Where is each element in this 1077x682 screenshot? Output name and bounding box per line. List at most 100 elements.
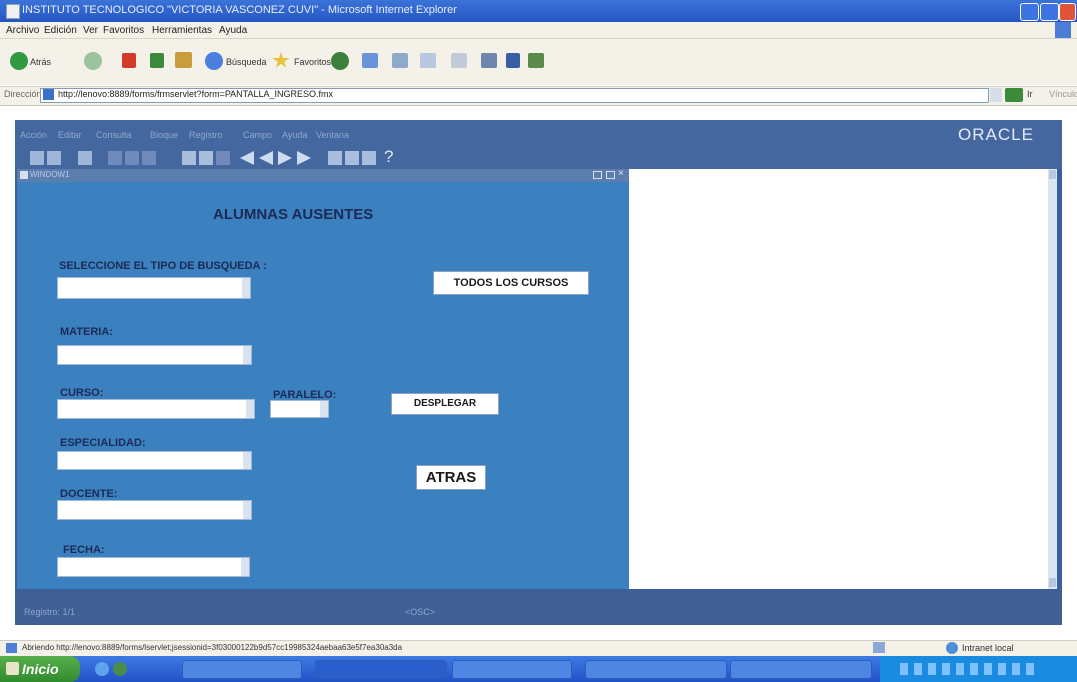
research-icon[interactable]: [481, 53, 497, 68]
forms-menu-editar[interactable]: Editar: [58, 130, 82, 140]
home-icon[interactable]: [175, 52, 192, 68]
menu-favoritos[interactable]: Favoritos: [103, 25, 144, 36]
back-arrow-icon[interactable]: [10, 52, 28, 70]
print-icon[interactable]: [392, 53, 408, 68]
window-minimize-icon[interactable]: [593, 171, 602, 179]
screen-heading: ALUMNAS AUSENTES: [213, 206, 374, 223]
forward-arrow-icon[interactable]: [84, 52, 102, 70]
intranet-globe-icon: [946, 642, 958, 654]
back-label[interactable]: Atrás: [30, 57, 51, 67]
scroll-down-icon[interactable]: [1049, 578, 1056, 587]
curso-label: CURSO:: [60, 387, 104, 399]
osc-indicator: <OSC>: [405, 607, 436, 617]
atras-button[interactable]: ATRAS: [416, 465, 486, 490]
mail-icon[interactable]: [362, 53, 378, 68]
forms-menu-ayuda[interactable]: Ayuda: [282, 130, 307, 140]
docente-field[interactable]: [57, 500, 252, 520]
menu-edicion[interactable]: Edición: [44, 25, 77, 36]
record-indicator: Registro: 1/1: [24, 607, 76, 617]
forms-status-bar: [15, 591, 1062, 625]
exit-icon[interactable]: [78, 151, 92, 165]
history-icon[interactable]: [331, 52, 349, 70]
forms-window-titlebar: [17, 169, 629, 182]
menu-archivo[interactable]: Archivo: [6, 25, 39, 36]
maximize-button[interactable]: [1040, 3, 1059, 21]
docente-label: DOCENTE:: [60, 488, 118, 500]
address-label: Dirección: [4, 89, 42, 99]
forms-menu-accion[interactable]: Acción: [20, 130, 47, 140]
forms-menu-registro[interactable]: Registro: [189, 130, 223, 140]
minimize-button[interactable]: [1020, 3, 1039, 21]
delete-record-icon[interactable]: [345, 151, 359, 165]
progress-icon: [873, 642, 885, 653]
toolbar-extra-icon[interactable]: [528, 53, 544, 68]
taskbar-item[interactable]: [452, 660, 572, 679]
copy-icon[interactable]: [125, 151, 139, 165]
address-dropdown-icon[interactable]: [990, 88, 1002, 102]
forms-window-title: WINDOW1: [30, 170, 70, 179]
todos-los-cursos-button[interactable]: TODOS LOS CURSOS: [433, 271, 589, 295]
quicklaunch-ie-icon[interactable]: [95, 662, 109, 676]
discuss-icon[interactable]: [451, 53, 467, 68]
window-close-icon[interactable]: ×: [618, 168, 624, 179]
lock-record-icon[interactable]: [362, 151, 376, 165]
start-label[interactable]: Inicio: [22, 661, 59, 677]
taskbar-item[interactable]: [730, 660, 872, 679]
page-icon: [43, 89, 54, 100]
save-icon[interactable]: [30, 151, 44, 165]
window-title: INSTITUTO TECNOLOGICO "VICTORIA VASCONEZ…: [22, 4, 457, 16]
execute-query-icon[interactable]: [199, 151, 213, 165]
fecha-field[interactable]: [57, 557, 250, 577]
taskbar-item[interactable]: [585, 660, 727, 679]
taskbar-item[interactable]: [182, 660, 302, 679]
close-button[interactable]: [1059, 3, 1076, 21]
loading-page-icon: [6, 643, 17, 653]
materia-field[interactable]: [57, 345, 252, 365]
address-url[interactable]: http://lenovo:8889/forms/frmservlet?form…: [58, 89, 333, 99]
quicklaunch-media-icon[interactable]: [113, 662, 127, 676]
menu-ayuda[interactable]: Ayuda: [219, 25, 247, 36]
menu-ver[interactable]: Ver: [83, 25, 98, 36]
cancel-query-icon[interactable]: [216, 151, 230, 165]
ie-app-icon: [6, 4, 20, 19]
status-text: Abriendo http://lenovo:8889/forms/lservl…: [22, 643, 403, 652]
scroll-up-icon[interactable]: [1049, 170, 1056, 179]
help-icon[interactable]: ?: [384, 147, 393, 167]
refresh-icon[interactable]: [150, 53, 164, 68]
print-icon[interactable]: [47, 151, 61, 165]
links-label[interactable]: Vínculos: [1049, 89, 1077, 99]
taskbar-item-active[interactable]: [315, 660, 447, 679]
vertical-scrollbar[interactable]: [1048, 169, 1057, 589]
security-zone: Intranet local: [962, 643, 1014, 653]
paralelo-field[interactable]: [270, 400, 329, 418]
messenger-icon[interactable]: [506, 53, 520, 68]
cut-icon[interactable]: [108, 151, 122, 165]
window-icon: [20, 171, 28, 179]
oracle-logo: ORACLE: [958, 125, 1034, 144]
enter-query-icon[interactable]: [182, 151, 196, 165]
especialidad-label: ESPECIALIDAD:: [60, 437, 146, 449]
forms-menu-consulta[interactable]: Consulta: [96, 130, 132, 140]
window-restore-icon[interactable]: [606, 171, 615, 179]
go-button[interactable]: Ir: [1027, 89, 1033, 99]
forms-menu-campo[interactable]: Campo: [243, 130, 272, 140]
go-arrow-icon[interactable]: [1005, 88, 1023, 102]
insert-record-icon[interactable]: [328, 151, 342, 165]
tray-icons[interactable]: [900, 663, 1040, 675]
windows-logo-icon: [1055, 22, 1071, 38]
search-type-select[interactable]: [57, 277, 251, 299]
fecha-label: FECHA:: [63, 544, 105, 556]
paste-icon[interactable]: [142, 151, 156, 165]
forms-menu-bloque[interactable]: Bloque: [150, 130, 178, 140]
curso-field[interactable]: [57, 399, 255, 419]
search-label[interactable]: Búsqueda: [226, 57, 267, 67]
favorites-label[interactable]: Favoritos: [294, 57, 331, 67]
desplegar-button[interactable]: DESPLEGAR: [391, 393, 499, 415]
menu-herramientas[interactable]: Herramientas: [152, 25, 212, 36]
forms-toolbar: [15, 148, 1062, 169]
stop-icon[interactable]: [122, 53, 136, 68]
edit-icon[interactable]: [420, 53, 436, 68]
forms-menu-ventana[interactable]: Ventana: [316, 130, 349, 140]
especialidad-field[interactable]: [57, 451, 252, 470]
search-icon[interactable]: [205, 52, 223, 70]
